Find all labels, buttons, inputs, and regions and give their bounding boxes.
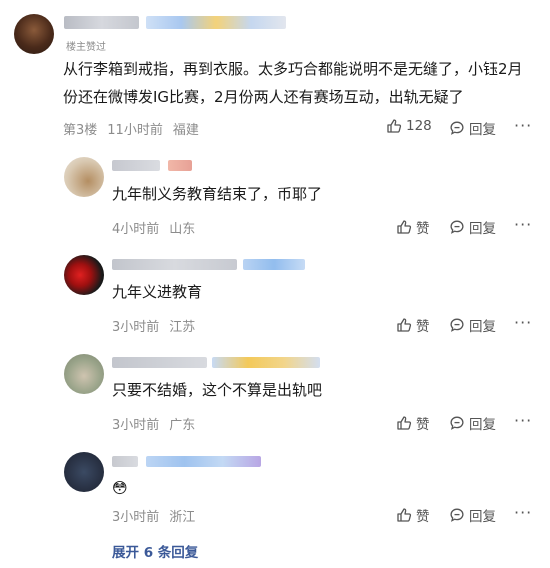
timestamp: 3小时前 (112, 510, 160, 525)
author-badge: 楼主赞过 (66, 42, 106, 53)
reply-label: 回复 (469, 319, 496, 335)
author-badge-redacted (146, 16, 286, 29)
author-name-redacted[interactable] (112, 357, 207, 368)
comment-text: 从行李箱到戒指，再到衣服。太多巧合都能说明不是无缝了，小钰2月 份还在微博发IG… (63, 55, 543, 111)
reply-text: 只要不结婚，这个不算是出轨吧 (112, 381, 323, 399)
author-badge-redacted (243, 259, 305, 270)
reply-button[interactable]: 回复 (449, 118, 496, 138)
author-name-redacted[interactable] (64, 16, 139, 29)
reply-button[interactable]: 回复 (449, 217, 496, 237)
more-icon[interactable]: ··· (514, 503, 532, 522)
reply-text: 😳 (112, 479, 128, 497)
more-icon[interactable]: ··· (514, 313, 532, 332)
comment-text-line: 从行李箱到戒指，再到衣服。太多巧合都能说明不是无缝了，小钰2月 (63, 60, 523, 78)
like-button[interactable]: 128 (386, 118, 432, 134)
reply-button[interactable]: 回复 (449, 413, 496, 433)
ip-location: 江苏 (169, 320, 196, 335)
like-label: 赞 (416, 319, 430, 335)
thumbs-up-icon (396, 317, 412, 333)
author-name-redacted[interactable] (112, 259, 237, 270)
like-label: 赞 (416, 221, 430, 237)
thumbs-up-icon (396, 507, 412, 523)
timestamp: 11小时前 (107, 123, 163, 138)
reply-label: 回复 (469, 221, 496, 237)
reply-label: 回复 (469, 509, 496, 525)
author-badge-redacted (146, 456, 261, 467)
reply-text: 九年制义务教育结束了，币耶了 (112, 185, 323, 203)
comment-text-line: 份还在微博发IG比赛，2月份两人还有赛场互动，出轨无疑了 (63, 88, 464, 106)
thumbs-up-icon (396, 415, 412, 431)
avatar[interactable] (64, 157, 104, 197)
ip-location: 福建 (172, 123, 199, 138)
like-button[interactable]: 赞 (396, 315, 430, 335)
reply-icon (449, 415, 465, 431)
author-badge-redacted (212, 357, 320, 368)
timestamp: 3小时前 (112, 320, 160, 335)
author-name-redacted[interactable] (112, 160, 160, 171)
like-button[interactable]: 赞 (396, 413, 430, 433)
avatar[interactable] (64, 354, 104, 394)
more-icon[interactable]: ··· (514, 215, 532, 234)
reply-meta: 3小时前 广东 (112, 414, 195, 433)
thumbs-up-icon (386, 118, 402, 134)
avatar[interactable] (64, 255, 104, 295)
author-name-redacted[interactable] (112, 456, 138, 467)
like-label: 赞 (416, 417, 430, 433)
ip-location: 浙江 (169, 510, 196, 525)
ip-location: 广东 (169, 418, 196, 433)
reply-button[interactable]: 回复 (449, 315, 496, 335)
reply-text: 九年义进教育 (112, 283, 203, 301)
like-count: 128 (406, 118, 432, 134)
avatar[interactable] (14, 14, 54, 54)
reply-meta: 4小时前 山东 (112, 218, 195, 237)
reply-icon (449, 120, 465, 136)
ip-location: 山东 (169, 222, 196, 237)
author-badge-redacted (168, 160, 192, 171)
floor-number: 第3楼 (63, 123, 98, 138)
like-label: 赞 (416, 509, 430, 525)
more-icon[interactable]: ··· (514, 116, 532, 135)
reply-icon (449, 507, 465, 523)
reply-label: 回复 (469, 122, 496, 138)
timestamp: 3小时前 (112, 418, 160, 433)
reply-meta: 3小时前 浙江 (112, 506, 195, 525)
avatar[interactable] (64, 452, 104, 492)
comment-meta: 第3楼 11小时前 福建 (63, 119, 199, 138)
like-button[interactable]: 赞 (396, 505, 430, 525)
reply-label: 回复 (469, 417, 496, 433)
more-icon[interactable]: ··· (514, 411, 532, 430)
thumbs-up-icon (396, 219, 412, 235)
expand-replies-link[interactable]: 展开 6 条回复 (112, 541, 198, 561)
reply-icon (449, 219, 465, 235)
reply-icon (449, 317, 465, 333)
reply-button[interactable]: 回复 (449, 505, 496, 525)
reply-meta: 3小时前 江苏 (112, 316, 195, 335)
timestamp: 4小时前 (112, 222, 160, 237)
like-button[interactable]: 赞 (396, 217, 430, 237)
